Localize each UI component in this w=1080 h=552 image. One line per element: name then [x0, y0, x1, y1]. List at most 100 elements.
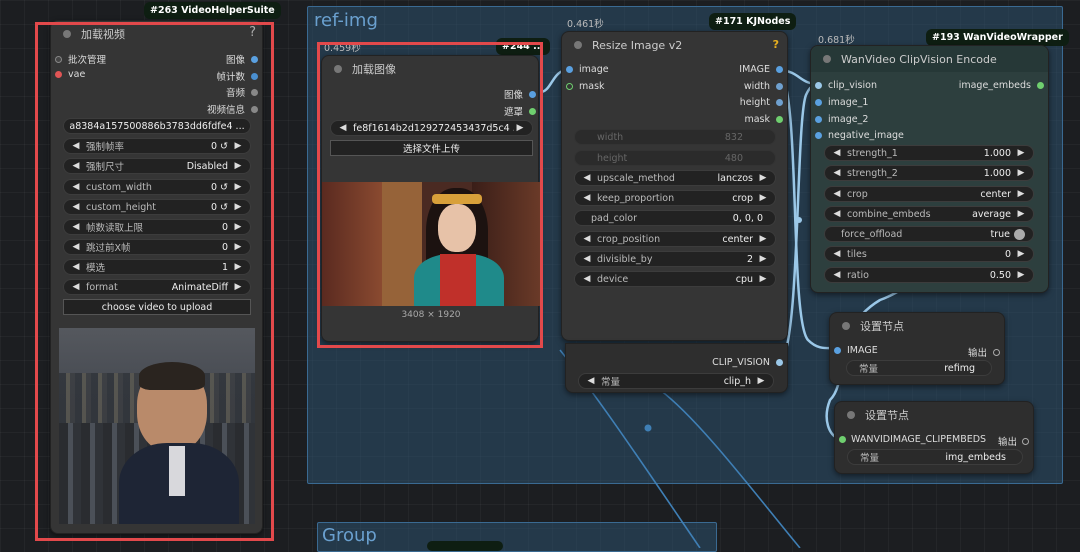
widget-strength-2[interactable]: ◀ strength_2 1.000 ▶: [824, 165, 1034, 181]
increment-arrow-icon[interactable]: ▶: [757, 254, 769, 264]
toggle-knob-icon[interactable]: [1014, 228, 1025, 240]
output-label: CLIP_VISION: [712, 357, 770, 368]
decrement-arrow-icon[interactable]: ◀: [831, 189, 843, 199]
increment-arrow-icon[interactable]: ▶: [757, 234, 769, 244]
set-node-img-embeds[interactable]: 设置节点 WANVIDIMAGE_CLIPEMBEDS 输出 常量 img_emb…: [834, 401, 1034, 474]
output-label: 输出: [967, 348, 987, 359]
decrement-arrow-icon[interactable]: ◀: [581, 173, 593, 183]
input-slot-negative-image[interactable]: negative_image: [815, 130, 904, 141]
input-slot-image-2[interactable]: image_2: [815, 114, 868, 125]
resize-header[interactable]: Resize Image v2: [562, 32, 787, 58]
decrement-arrow-icon[interactable]: ◀: [831, 249, 843, 259]
widget-combine-embeds[interactable]: ◀ combine_embeds average ▶: [824, 206, 1034, 222]
input-slot-image-1[interactable]: image_1: [815, 97, 868, 108]
input-slot-clip-vision[interactable]: clip_vision: [815, 80, 877, 91]
wanvideo-clipvision-node[interactable]: WanVideo ClipVision Encode clip_vision i…: [810, 45, 1049, 293]
output-slot-image-embeds[interactable]: image_embeds: [959, 80, 1044, 91]
widget-constant-name[interactable]: 常量 refimg: [846, 360, 992, 376]
slot-dot-icon: [776, 99, 783, 106]
collapse-dot[interactable]: [842, 322, 850, 330]
widget-constant-name[interactable]: 常量 img_embeds: [847, 449, 1023, 465]
increment-arrow-icon[interactable]: ▶: [757, 274, 769, 284]
widget-divisible-by[interactable]: ◀ divisible_by 2 ▶: [574, 251, 776, 267]
increment-arrow-icon[interactable]: ▶: [1015, 209, 1027, 219]
widget-upscale-method[interactable]: ◀ upscale_method lanczos ▶: [574, 170, 776, 186]
input-slot-clipembeds[interactable]: WANVIDIMAGE_CLIPEMBEDS: [839, 434, 986, 445]
set-node-refimg[interactable]: 设置节点 IMAGE 输出 常量 refimg: [829, 312, 1005, 385]
collapse-dot[interactable]: [823, 55, 831, 63]
decrement-arrow-icon[interactable]: ◀: [831, 148, 843, 158]
highlight-box-video: [35, 22, 274, 541]
widget-clip-name[interactable]: ◀ 常量 clip_h ▶: [578, 373, 774, 389]
increment-arrow-icon[interactable]: ▶: [1015, 249, 1027, 259]
set-node-title: 设置节点: [860, 320, 904, 333]
input-label: image: [579, 64, 609, 75]
decrement-arrow-icon[interactable]: ◀: [581, 234, 593, 244]
set-node-title: 设置节点: [865, 409, 909, 422]
widget-pad-color[interactable]: pad_color 0, 0, 0: [574, 210, 776, 226]
increment-arrow-icon[interactable]: ▶: [1015, 189, 1027, 199]
input-label: negative_image: [828, 130, 904, 141]
output-slot[interactable]: 输出: [998, 434, 1029, 448]
decrement-arrow-icon[interactable]: ◀: [831, 270, 843, 280]
decrement-arrow-icon[interactable]: ◀: [585, 376, 597, 386]
output-label: IMAGE: [739, 64, 770, 75]
output-label: width: [743, 81, 770, 92]
input-label: mask: [579, 81, 605, 92]
increment-arrow-icon[interactable]: ▶: [757, 193, 769, 203]
output-slot-clip-vision[interactable]: CLIP_VISION: [712, 357, 783, 368]
widget-strength-1[interactable]: ◀ strength_1 1.000 ▶: [824, 145, 1034, 161]
widget-ratio[interactable]: ◀ ratio 0.50 ▶: [824, 267, 1034, 283]
increment-arrow-icon[interactable]: ▶: [1015, 148, 1027, 158]
decrement-arrow-icon[interactable]: ◀: [581, 274, 593, 284]
set-node-header[interactable]: 设置节点: [835, 402, 1033, 428]
decrement-arrow-icon[interactable]: ◀: [581, 193, 593, 203]
decrement-arrow-icon[interactable]: ◀: [831, 168, 843, 178]
help-icon[interactable]: ?: [773, 38, 779, 51]
slot-dot-icon: [839, 436, 846, 443]
output-label: mask: [744, 114, 770, 125]
highlight-box-image: [317, 42, 543, 348]
slot-dot-icon: [834, 347, 841, 354]
vhs-node-badge: #263 VideoHelperSuite: [144, 2, 281, 19]
widget-height[interactable]: height 480: [574, 150, 776, 166]
clip-vision-loader-node[interactable]: CLIP_VISION ◀ 常量 clip_h ▶: [565, 343, 788, 393]
output-slot-image[interactable]: IMAGE: [739, 64, 783, 75]
output-slot-width[interactable]: width: [744, 81, 783, 92]
widget-keep-proportion[interactable]: ◀ keep_proportion crop ▶: [574, 190, 776, 206]
increment-arrow-icon[interactable]: ▶: [755, 376, 767, 386]
slot-dot-icon: [776, 359, 783, 366]
widget-force-offload[interactable]: force_offload true: [824, 226, 1034, 242]
slot-dot-icon: [776, 116, 783, 123]
slot-dot-icon: [815, 99, 822, 106]
input-label: clip_vision: [828, 80, 877, 91]
widget-tiles[interactable]: ◀ tiles 0 ▶: [824, 246, 1034, 262]
output-slot[interactable]: 输出: [968, 345, 1000, 359]
input-slot-image[interactable]: image: [566, 64, 609, 75]
output-slot-mask[interactable]: mask: [744, 114, 783, 125]
input-label: image_2: [828, 114, 869, 125]
bottom-node-badge: [427, 541, 503, 551]
increment-arrow-icon[interactable]: ▶: [1015, 168, 1027, 178]
input-label: WANVIDIMAGE_CLIPEMBEDS: [851, 434, 987, 445]
resize-image-node[interactable]: Resize Image v2 ? image mask IMAGE width…: [561, 31, 788, 341]
resize-title: Resize Image v2: [592, 38, 683, 52]
group-bottom-title: Group: [322, 525, 377, 546]
group-ref-img-title: ref-img: [314, 10, 378, 31]
decrement-arrow-icon[interactable]: ◀: [581, 254, 593, 264]
increment-arrow-icon[interactable]: ▶: [1015, 270, 1027, 280]
widget-width[interactable]: width 832: [574, 129, 776, 145]
widget-crop-position[interactable]: ◀ crop_position center ▶: [574, 231, 776, 247]
output-label: 输出: [997, 437, 1017, 448]
output-slot-height[interactable]: height: [740, 97, 783, 108]
increment-arrow-icon[interactable]: ▶: [757, 173, 769, 183]
collapse-dot[interactable]: [847, 411, 855, 419]
widget-crop[interactable]: ◀ crop center ▶: [824, 186, 1034, 202]
collapse-dot[interactable]: [574, 41, 582, 49]
set-node-header[interactable]: 设置节点: [830, 313, 1004, 339]
input-slot-image[interactable]: IMAGE: [834, 345, 878, 356]
input-slot-mask[interactable]: mask: [566, 81, 605, 92]
wanvideo-header[interactable]: WanVideo ClipVision Encode: [811, 46, 1048, 72]
widget-device[interactable]: ◀ device cpu ▶: [574, 271, 776, 287]
decrement-arrow-icon[interactable]: ◀: [831, 209, 843, 219]
